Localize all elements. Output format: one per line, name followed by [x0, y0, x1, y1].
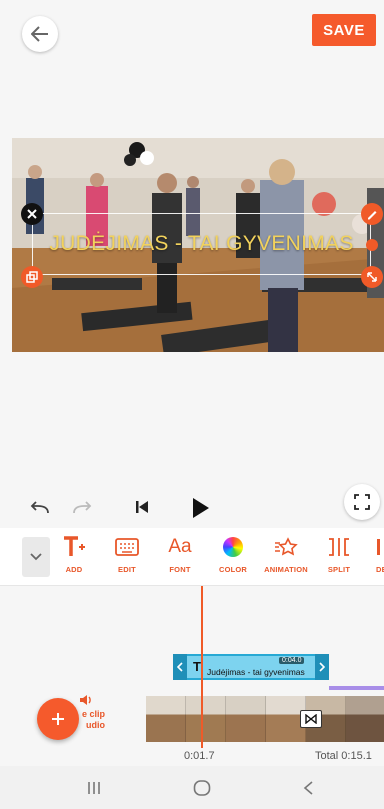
- resize-overlay-handle[interactable]: [361, 266, 383, 288]
- keyboard-icon: [115, 534, 139, 560]
- video-frame: [346, 696, 384, 742]
- overlay-text: JUDĖJIMAS - TAI GYVENIMAS: [49, 232, 354, 255]
- tool-animation[interactable]: ANIMATION: [259, 534, 313, 574]
- transition-button[interactable]: [300, 710, 322, 728]
- add-clip-text: e clip: [82, 709, 106, 719]
- tool-edit-label: EDIT: [118, 565, 136, 574]
- undo-icon: [30, 501, 49, 514]
- chevron-right-icon: [319, 662, 325, 672]
- chevron-left-icon: [303, 781, 313, 795]
- arrow-left-icon: [31, 26, 48, 42]
- color-wheel-icon: [223, 534, 243, 560]
- text-clip-icon: T: [193, 659, 201, 674]
- play-icon: [193, 498, 209, 518]
- fullscreen-icon: [354, 494, 370, 510]
- system-nav-bar: [0, 766, 384, 809]
- skip-back-icon: [136, 501, 148, 513]
- recents-icon: [88, 782, 100, 794]
- add-clip-button[interactable]: [37, 698, 79, 740]
- animation-icon: [274, 534, 298, 560]
- video-clip-strip[interactable]: [146, 696, 384, 742]
- split-icon: [328, 534, 350, 560]
- transition-icon: [305, 714, 317, 724]
- tool-color-label: COLOR: [218, 565, 248, 574]
- collapse-toolbar-button[interactable]: [22, 537, 50, 577]
- duplicate-icon: [26, 271, 38, 283]
- home-icon: [193, 780, 211, 796]
- tool-add[interactable]: ADD: [47, 534, 101, 574]
- edit-overlay-handle[interactable]: [361, 203, 383, 225]
- chevron-left-icon: [177, 662, 183, 672]
- save-button[interactable]: SAVE: [312, 14, 376, 46]
- clip-duration: 0:04.0: [279, 657, 305, 664]
- redo-icon: [73, 501, 92, 514]
- text-toolbar: ADD EDIT Aa FONT COLOR ANIMATION SPLIT D: [0, 528, 384, 586]
- home-button[interactable]: [193, 779, 211, 802]
- delete-overlay-handle[interactable]: [21, 203, 43, 225]
- add-text-icon: [62, 534, 86, 560]
- undo-button[interactable]: [30, 500, 50, 521]
- font-icon: Aa: [168, 536, 192, 557]
- resize-icon: [367, 272, 377, 282]
- video-frame: [226, 696, 266, 742]
- fullscreen-button[interactable]: [344, 484, 380, 520]
- text-clip[interactable]: T 0:04.0 Judėjimas - tai gyvenimas: [173, 654, 329, 680]
- duplicate-overlay-handle[interactable]: [21, 266, 43, 288]
- close-icon: [27, 209, 37, 219]
- tool-add-label: ADD: [65, 565, 83, 574]
- tool-edit[interactable]: EDIT: [100, 534, 154, 574]
- current-time: 0:01.7: [184, 750, 215, 762]
- redo-button[interactable]: [72, 500, 92, 521]
- back-button[interactable]: [22, 16, 58, 52]
- audio-track-bar[interactable]: [329, 686, 384, 690]
- clip-trim-right[interactable]: [315, 654, 329, 680]
- overlay-edge-dot[interactable]: [366, 239, 378, 251]
- system-back-button[interactable]: [302, 780, 314, 801]
- recent-apps-button[interactable]: [86, 780, 102, 801]
- total-time: Total 0:15.1: [315, 750, 372, 762]
- tool-color[interactable]: COLOR: [206, 534, 260, 574]
- delete-icon: [357, 534, 384, 560]
- text-overlay-box[interactable]: JUDĖJIMAS - TAI GYVENIMAS: [32, 213, 371, 275]
- chevron-down-icon: [30, 553, 42, 561]
- tool-font-label: FONT: [169, 565, 191, 574]
- skip-to-start-button[interactable]: [134, 499, 150, 520]
- speaker-icon: [80, 695, 91, 705]
- tool-font[interactable]: Aa FONT: [153, 534, 207, 574]
- tool-split-label: SPLIT: [327, 565, 351, 574]
- video-preview[interactable]: JUDĖJIMAS - TAI GYVENIMAS: [12, 138, 384, 352]
- play-button[interactable]: [192, 497, 210, 524]
- plus-icon: [52, 713, 64, 725]
- add-audio-text: udio: [86, 720, 105, 730]
- timeline[interactable]: T 0:04.0 Judėjimas - tai gyvenimas e cli…: [0, 586, 384, 766]
- playhead[interactable]: [201, 586, 203, 748]
- tool-delete[interactable]: DE: [357, 534, 384, 574]
- clip-title: Judėjimas - tai gyvenimas: [207, 667, 305, 677]
- tool-delete-label: DE: [376, 565, 384, 574]
- tool-animation-label: ANIMATION: [264, 565, 308, 574]
- clip-trim-left[interactable]: [173, 654, 187, 680]
- video-frame: [146, 696, 186, 742]
- pencil-icon: [368, 211, 377, 220]
- video-frame: [186, 696, 226, 742]
